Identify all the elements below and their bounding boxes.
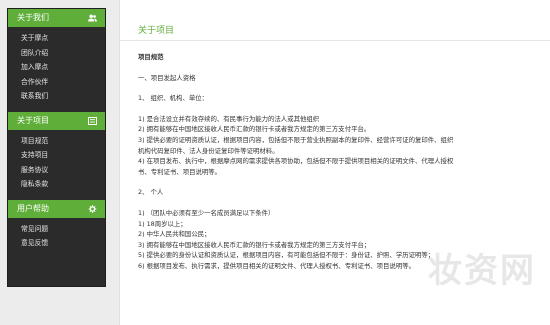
- sidebar-item-privacy[interactable]: 隐私条款: [8, 177, 105, 192]
- sidebar-item-join[interactable]: 加入摩点: [8, 60, 105, 75]
- org-item: 4) 在项目发布、执行中，根据摩点网的需求提供各项协助，包括但不限于提供项目相关…: [138, 157, 454, 166]
- sidebar-section-about-us: 关于我们 关于摩点 团队介绍 加入摩点 合作伙伴 联系我们: [8, 9, 105, 107]
- sidebar-header-about-us[interactable]: 关于我们: [8, 9, 105, 27]
- sidebar-item-contact[interactable]: 联系我们: [8, 89, 105, 104]
- person-item: 1) （团队中必须有至少一名成员满足以下条件）: [138, 208, 275, 217]
- sidebar-header-about-projects[interactable]: 关于项目: [8, 111, 105, 130]
- org-item: 3) 提供必要的证明资质认证，根据项目内容，包括但不限于营业执照副本的复印件、经…: [138, 135, 454, 144]
- sidebar: 关于我们 关于摩点 团队介绍 加入摩点 合作伙伴 联系我们 关于项目 项目规范 …: [7, 8, 106, 287]
- article-body: 项目规范 一、项目发起人资格 1、 组织、机构、单位： 1) 是合法设立并有效存…: [138, 52, 544, 272]
- person-item: 2) 中华人民共和国公民；: [138, 230, 211, 239]
- sidebar-section-about-projects: 关于项目 项目规范 支持项目 服务协议 隐私条款: [8, 111, 105, 195]
- sidebar-header-label: 用户帮助: [17, 203, 49, 213]
- list-icon: [88, 116, 97, 125]
- divider: [120, 40, 550, 41]
- org-heading: 1、 组织、机构、单位：: [138, 94, 209, 103]
- sidebar-item-partners[interactable]: 合作伙伴: [8, 75, 105, 90]
- sidebar-item-about-modian[interactable]: 关于摩点: [8, 31, 105, 46]
- gear-icon: [88, 204, 97, 213]
- page-title: 关于项目: [138, 26, 175, 36]
- org-item: 书、专利证书、项目说明等。: [138, 167, 222, 176]
- sidebar-item-support-project[interactable]: 支持项目: [8, 148, 105, 163]
- person-heading: 2、 个人: [138, 188, 164, 197]
- sidebar-item-feedback[interactable]: 意见反馈: [8, 236, 105, 251]
- section-heading: 一、项目发起人资格: [138, 73, 196, 82]
- main-content: 关于项目 项目规范 一、项目发起人资格 1、 组织、机构、单位： 1) 是合法设…: [119, 0, 550, 325]
- sidebar-header-label: 关于项目: [17, 115, 49, 125]
- org-item: 机构代码复印件、法人身份证复印件等证明材料。: [138, 146, 279, 155]
- watermark: 妆资网: [428, 251, 536, 291]
- sidebar-section-user-help: 用户帮助 常见问题 意见反馈: [8, 199, 105, 254]
- sidebar-header-user-help[interactable]: 用户帮助: [8, 199, 105, 218]
- sidebar-item-team[interactable]: 团队介绍: [8, 46, 105, 61]
- sidebar-item-service-agreement[interactable]: 服务协议: [8, 163, 105, 178]
- person-item: 1) 18周岁以上；: [138, 219, 187, 228]
- sidebar-header-label: 关于我们: [17, 13, 49, 22]
- sidebar-item-project-rules[interactable]: 项目规范: [8, 134, 105, 149]
- org-item: 1) 是合法设立并有效存续的、有民事行为能力的法人或其他组织: [138, 114, 320, 123]
- users-icon: [88, 14, 97, 22]
- article-subtitle: 项目规范: [138, 53, 164, 61]
- sidebar-item-faq[interactable]: 常见问题: [8, 222, 105, 237]
- org-item: 2) 拥有能够在中国地区接收人民币汇款的银行卡或者我方规定的第三方支付平台。: [138, 125, 371, 134]
